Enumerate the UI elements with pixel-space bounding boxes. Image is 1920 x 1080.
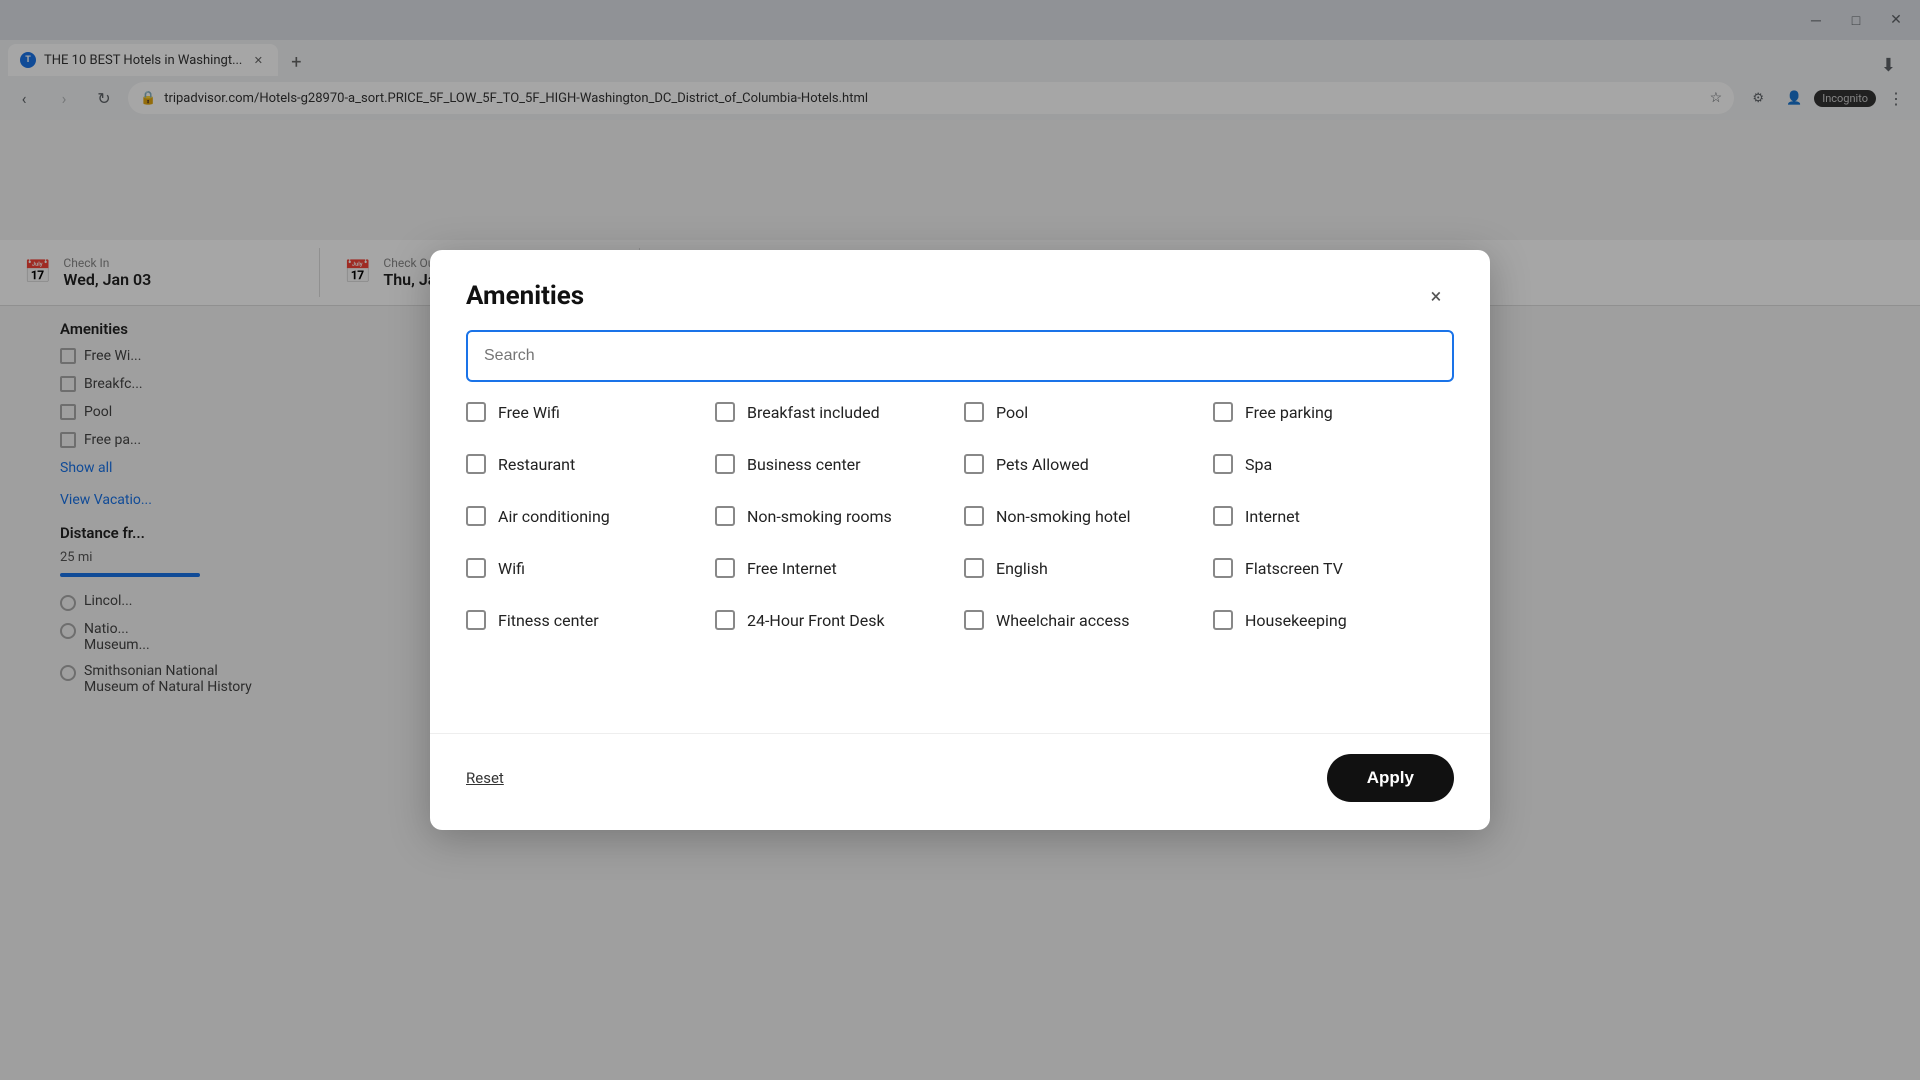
amenity-wheelchair-access[interactable]: Wheelchair access [964,610,1205,630]
checkbox-business-center[interactable] [715,454,735,474]
amenity-label-non-smoking-rooms: Non-smoking rooms [747,507,892,526]
amenity-non-smoking-hotel[interactable]: Non-smoking hotel [964,506,1205,526]
checkbox-fitness-center[interactable] [466,610,486,630]
amenity-free-internet[interactable]: Free Internet [715,558,956,578]
checkbox-breakfast[interactable] [715,402,735,422]
amenity-label-housekeeping: Housekeeping [1245,611,1347,630]
modal-body: Free Wifi Breakfast included Pool Free p… [430,402,1490,733]
modal-header: Amenities × [430,250,1490,330]
amenity-label-24-hour-front-desk: 24-Hour Front Desk [747,611,885,630]
modal-close-button[interactable]: × [1418,278,1454,314]
checkbox-free-internet[interactable] [715,558,735,578]
checkbox-air-conditioning[interactable] [466,506,486,526]
amenity-label-free-internet: Free Internet [747,559,837,578]
amenity-label-pool: Pool [996,403,1028,422]
amenity-label-business-center: Business center [747,455,861,474]
amenities-modal: Amenities × Free Wifi Breakfast included… [430,250,1490,830]
amenity-free-parking[interactable]: Free parking [1213,402,1454,422]
amenity-label-internet: Internet [1245,507,1300,526]
checkbox-free-parking[interactable] [1213,402,1233,422]
amenity-label-air-conditioning: Air conditioning [498,507,610,526]
apply-button[interactable]: Apply [1327,754,1454,802]
checkbox-internet[interactable] [1213,506,1233,526]
amenity-label-wheelchair-access: Wheelchair access [996,611,1130,630]
amenity-flatscreen-tv[interactable]: Flatscreen TV [1213,558,1454,578]
amenity-restaurant[interactable]: Restaurant [466,454,707,474]
amenity-internet[interactable]: Internet [1213,506,1454,526]
amenity-label-free-wifi: Free Wifi [498,403,560,422]
amenity-business-center[interactable]: Business center [715,454,956,474]
checkbox-24-hour-front-desk[interactable] [715,610,735,630]
amenity-label-fitness-center: Fitness center [498,611,599,630]
amenity-non-smoking-rooms[interactable]: Non-smoking rooms [715,506,956,526]
amenity-air-conditioning[interactable]: Air conditioning [466,506,707,526]
amenity-label-non-smoking-hotel: Non-smoking hotel [996,507,1131,526]
modal-search-input[interactable] [484,347,1436,365]
amenity-label-breakfast: Breakfast included [747,403,880,422]
checkbox-housekeeping[interactable] [1213,610,1233,630]
checkbox-flatscreen-tv[interactable] [1213,558,1233,578]
modal-search-container[interactable] [466,330,1454,382]
amenity-label-english: English [996,559,1048,578]
amenity-english[interactable]: English [964,558,1205,578]
amenity-label-spa: Spa [1245,455,1272,474]
checkbox-non-smoking-hotel[interactable] [964,506,984,526]
amenity-label-restaurant: Restaurant [498,455,575,474]
amenity-free-wifi[interactable]: Free Wifi [466,402,707,422]
modal-title: Amenities [466,281,584,311]
amenity-pets-allowed[interactable]: Pets Allowed [964,454,1205,474]
amenity-label-pets-allowed: Pets Allowed [996,455,1089,474]
checkbox-pets-allowed[interactable] [964,454,984,474]
amenity-label-flatscreen-tv: Flatscreen TV [1245,559,1343,578]
checkbox-non-smoking-rooms[interactable] [715,506,735,526]
amenity-fitness-center[interactable]: Fitness center [466,610,707,630]
amenity-spa[interactable]: Spa [1213,454,1454,474]
amenity-24-hour-front-desk[interactable]: 24-Hour Front Desk [715,610,956,630]
checkbox-wheelchair-access[interactable] [964,610,984,630]
amenity-label-wifi: Wifi [498,559,525,578]
reset-link[interactable]: Reset [466,769,504,787]
checkbox-restaurant[interactable] [466,454,486,474]
amenity-pool[interactable]: Pool [964,402,1205,422]
checkbox-wifi[interactable] [466,558,486,578]
amenity-wifi[interactable]: Wifi [466,558,707,578]
amenities-grid: Free Wifi Breakfast included Pool Free p… [466,402,1454,654]
checkbox-english[interactable] [964,558,984,578]
checkbox-free-wifi[interactable] [466,402,486,422]
modal-footer: Reset Apply [430,733,1490,830]
amenity-label-free-parking: Free parking [1245,403,1333,422]
amenity-housekeeping[interactable]: Housekeeping [1213,610,1454,630]
checkbox-pool[interactable] [964,402,984,422]
checkbox-spa[interactable] [1213,454,1233,474]
amenity-breakfast[interactable]: Breakfast included [715,402,956,422]
